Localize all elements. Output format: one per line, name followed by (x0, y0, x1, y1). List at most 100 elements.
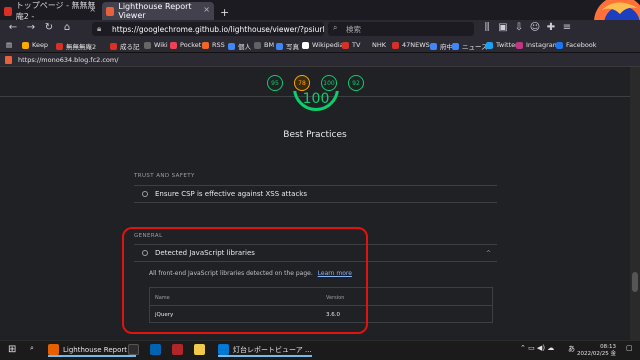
lighthouse-icon (5, 56, 12, 64)
bookmark-icon (342, 41, 349, 49)
taskbar-item[interactable] (194, 344, 209, 355)
bookmark-label: RSS (212, 41, 225, 49)
navigation-toolbar: ← → ↻ ⌂ 🔒︎ https://googlechrome.github.i… (0, 20, 640, 38)
group-title-trust: TRUST AND SAFETY (134, 173, 195, 179)
audit-status-icon (142, 191, 148, 197)
scrollbar-thumb[interactable] (632, 272, 638, 292)
ime-indicator[interactable]: あ (568, 344, 575, 354)
search-icon[interactable]: ⌕ (30, 344, 34, 353)
bookmarks-toolbar: ▤ Keep 無無無庵2 成る記 Wiki Pocket RSS 個人 BM 写… (0, 38, 640, 53)
tab-top-page[interactable]: トップページ - 無無無庵2 - × (0, 1, 100, 21)
new-tab-button[interactable]: + (216, 3, 229, 21)
bookmark-item[interactable]: 個人 (228, 41, 251, 51)
bookmark-item[interactable]: 府中 (430, 41, 453, 51)
bookmark-icon (56, 42, 63, 50)
bookmark-label: Wiki (154, 41, 168, 49)
bookmark-label: Wikipedia (312, 41, 344, 49)
score-seo[interactable]: 92 (348, 75, 364, 91)
bookmark-item[interactable]: BM (254, 41, 274, 49)
bookmark-item[interactable]: ニュース (452, 41, 488, 51)
category-score: 100 (302, 91, 330, 107)
menu-icon[interactable]: ≡ (560, 22, 574, 33)
tab-label: Lighthouse Report Viewer (118, 2, 192, 20)
bookmark-label: BM (264, 41, 275, 49)
report-content: 95 78 100 92 100 Best Practices TRUST AN… (0, 67, 630, 340)
bookmark-item[interactable]: NHK (372, 41, 386, 49)
lighthouse-favicon-icon (106, 6, 115, 16)
bookmark-item[interactable]: Wiki (144, 41, 168, 49)
bookmark-icon (22, 41, 29, 49)
bookmark-icon (392, 41, 399, 49)
bookmark-item[interactable]: Wikipedia (302, 41, 344, 49)
bookmark-item[interactable]: Pocket (170, 41, 201, 49)
taskbar-item[interactable] (128, 344, 143, 355)
bookmark-icon (110, 42, 117, 50)
score-accessibility[interactable]: 78 (294, 75, 310, 91)
bookmark-item[interactable]: Keep (22, 41, 48, 49)
tray-icons[interactable]: ⌃ ▭ ◀) ☁ (520, 344, 554, 352)
bookmark-label: 無無無庵2 (66, 43, 97, 51)
bookmark-icon (254, 41, 261, 49)
windows-start-icon[interactable]: ⊞ (8, 344, 16, 355)
taskbar-item[interactable] (172, 344, 187, 355)
app-icon (128, 344, 139, 355)
bookmark-item[interactable]: Twitter (486, 41, 518, 49)
back-icon[interactable]: ← (6, 22, 20, 33)
bookmark-icon (202, 41, 209, 49)
scrollbar[interactable] (630, 67, 640, 340)
bookmark-label: Facebook (566, 41, 597, 49)
bookmark-label: Pocket (180, 41, 202, 49)
bookmark-label: 47NEWS (402, 41, 430, 49)
tab-lighthouse-viewer[interactable]: Lighthouse Report Viewer × (102, 2, 214, 20)
bookmark-icon (430, 42, 437, 50)
bookmark-icon (556, 41, 563, 49)
category-gauge: 100 (293, 91, 339, 111)
clock[interactable]: 08:13 2022/02/25 金 (577, 344, 616, 358)
bookmark-item[interactable]: Facebook (556, 41, 597, 49)
extension-icon[interactable]: ▣ (496, 22, 510, 33)
close-icon[interactable]: × (89, 5, 96, 14)
audit-csp-xss[interactable]: Ensure CSP is effective against XSS atta… (134, 185, 497, 203)
bookmark-item[interactable]: 写真 (276, 41, 299, 51)
bookmark-item[interactable]: 47NEWS (392, 41, 430, 49)
notification-icon[interactable]: ▢ (626, 344, 633, 352)
lock-icon: 🔒︎ (97, 24, 102, 33)
library-icon[interactable]: ⫼ (480, 22, 494, 33)
bookmark-label: NHK (372, 41, 387, 49)
bookmark-item[interactable]: TV (342, 41, 360, 49)
home-icon[interactable]: ⌂ (60, 22, 74, 33)
taskbar-item-edge[interactable]: 灯台レポートビューア ... (218, 344, 312, 357)
app-icon (150, 344, 161, 355)
taskbar-item[interactable] (150, 344, 165, 355)
search-input[interactable]: ⌕ 検索 (328, 22, 474, 36)
bookmark-icon (302, 41, 309, 49)
taskbar-label: 灯台レポートビューア ... (233, 345, 312, 354)
bookmark-item[interactable]: 成る記 (110, 41, 140, 51)
forward-icon[interactable]: → (24, 22, 38, 33)
address-bar[interactable]: 🔒︎ https://googlechrome.github.io/lighth… (92, 22, 324, 36)
search-placeholder: 検索 (346, 24, 361, 34)
bookmarks-menu-icon[interactable]: ▤ (6, 41, 12, 49)
bookmark-label: Twitter (496, 41, 518, 49)
chevron-up-icon[interactable]: ^ (486, 250, 491, 257)
audit-title: Ensure CSP is effective against XSS atta… (155, 190, 307, 198)
bookmark-item[interactable]: 無無無庵2 (56, 41, 96, 51)
download-icon[interactable]: ⇩ (512, 22, 526, 33)
score-best-practices[interactable]: 100 (321, 75, 337, 91)
bookmark-icon (276, 42, 283, 50)
close-icon[interactable]: × (203, 5, 210, 14)
sync-icon[interactable]: ☺ (528, 22, 542, 33)
bookmark-item[interactable]: RSS (202, 41, 225, 49)
reload-icon[interactable]: ↻ (42, 22, 56, 33)
clock-date: 2022/02/25 金 (577, 351, 616, 357)
score-performance[interactable]: 95 (267, 75, 283, 91)
addon-icon[interactable]: ✚ (544, 22, 558, 33)
bookmark-icon (516, 41, 523, 49)
tab-bar: トップページ - 無無無庵2 - × Lighthouse Report Vie… (0, 0, 640, 38)
folder-icon (194, 344, 205, 355)
report-url[interactable]: https://mono634.blog.fc2.com/ (18, 56, 118, 64)
taskbar-item-lighthouse[interactable]: Lighthouse Report ... (48, 344, 136, 357)
bookmark-label: 写真 (286, 43, 299, 51)
clock-time: 08:13 (600, 344, 616, 350)
bookmark-item[interactable]: Instagram (516, 41, 559, 49)
